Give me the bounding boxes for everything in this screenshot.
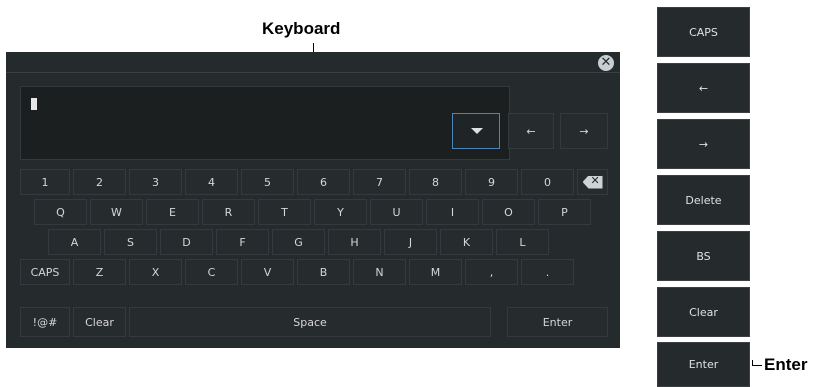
arrow-left-icon: ← bbox=[526, 124, 536, 138]
keyboard-titlebar bbox=[6, 52, 620, 73]
key-x[interactable]: X bbox=[129, 259, 182, 285]
key-k[interactable]: K bbox=[440, 229, 493, 255]
side-left-button[interactable]: ← bbox=[657, 63, 750, 113]
arrow-left-icon: ← bbox=[698, 81, 709, 95]
key-b[interactable]: B bbox=[297, 259, 350, 285]
chevron-down-icon bbox=[471, 128, 483, 134]
side-right-button[interactable]: → bbox=[657, 119, 750, 169]
key-comma[interactable]: , bbox=[465, 259, 518, 285]
key-g[interactable]: G bbox=[272, 229, 325, 255]
key-z[interactable]: Z bbox=[73, 259, 126, 285]
cursor-left-button[interactable]: ← bbox=[508, 113, 554, 149]
keyboard-dialog: ✕ ← → 1 2 3 4 5 6 7 8 9 0 ✕ Q W E R T Y … bbox=[6, 52, 620, 348]
key-8[interactable]: 8 bbox=[409, 169, 462, 195]
key-r[interactable]: R bbox=[202, 199, 255, 225]
backspace-button[interactable]: ✕ bbox=[577, 169, 608, 195]
key-e[interactable]: E bbox=[146, 199, 199, 225]
key-3[interactable]: 3 bbox=[129, 169, 182, 195]
key-a[interactable]: A bbox=[48, 229, 101, 255]
key-i[interactable]: I bbox=[426, 199, 479, 225]
key-p[interactable]: P bbox=[538, 199, 591, 225]
symbols-button[interactable]: !@# bbox=[20, 307, 70, 337]
key-w[interactable]: W bbox=[90, 199, 143, 225]
enter-callout-line bbox=[752, 365, 762, 366]
key-4[interactable]: 4 bbox=[185, 169, 238, 195]
enter-button[interactable]: Enter bbox=[507, 307, 608, 337]
cursor-right-button[interactable]: → bbox=[560, 113, 608, 149]
key-caps[interactable]: CAPS bbox=[20, 259, 70, 285]
key-v[interactable]: V bbox=[241, 259, 294, 285]
key-period[interactable]: . bbox=[521, 259, 574, 285]
key-9[interactable]: 9 bbox=[465, 169, 518, 195]
key-7[interactable]: 7 bbox=[353, 169, 406, 195]
key-c[interactable]: C bbox=[185, 259, 238, 285]
side-delete-button[interactable]: Delete bbox=[657, 175, 750, 225]
key-1[interactable]: 1 bbox=[20, 169, 70, 195]
key-t[interactable]: T bbox=[258, 199, 311, 225]
key-f[interactable]: F bbox=[216, 229, 269, 255]
close-icon[interactable]: ✕ bbox=[598, 55, 614, 71]
enter-callout-label: Enter bbox=[764, 355, 808, 374]
key-d[interactable]: D bbox=[160, 229, 213, 255]
key-l[interactable]: L bbox=[496, 229, 549, 255]
keyboard-callout-label: Keyboard bbox=[262, 19, 341, 38]
key-u[interactable]: U bbox=[370, 199, 423, 225]
side-clear-button[interactable]: Clear bbox=[657, 287, 750, 337]
side-bs-button[interactable]: BS bbox=[657, 231, 750, 281]
key-j[interactable]: J bbox=[384, 229, 437, 255]
key-6[interactable]: 6 bbox=[297, 169, 350, 195]
key-m[interactable]: M bbox=[409, 259, 462, 285]
history-dropdown-button[interactable] bbox=[452, 113, 500, 149]
space-button[interactable]: Space bbox=[129, 307, 491, 337]
key-o[interactable]: O bbox=[482, 199, 535, 225]
arrow-right-icon: → bbox=[579, 124, 589, 138]
key-y[interactable]: Y bbox=[314, 199, 367, 225]
key-q[interactable]: Q bbox=[34, 199, 87, 225]
side-enter-button[interactable]: Enter bbox=[657, 342, 750, 387]
text-cursor bbox=[31, 98, 37, 110]
key-5[interactable]: 5 bbox=[241, 169, 294, 195]
side-caps-button[interactable]: CAPS bbox=[657, 7, 750, 57]
key-h[interactable]: H bbox=[328, 229, 381, 255]
arrow-right-icon: → bbox=[698, 137, 709, 151]
key-n[interactable]: N bbox=[353, 259, 406, 285]
key-s[interactable]: S bbox=[104, 229, 157, 255]
key-0[interactable]: 0 bbox=[521, 169, 574, 195]
backspace-icon: ✕ bbox=[582, 175, 603, 189]
text-input-area[interactable] bbox=[20, 86, 510, 160]
key-2[interactable]: 2 bbox=[73, 169, 126, 195]
clear-button[interactable]: Clear bbox=[73, 307, 126, 337]
